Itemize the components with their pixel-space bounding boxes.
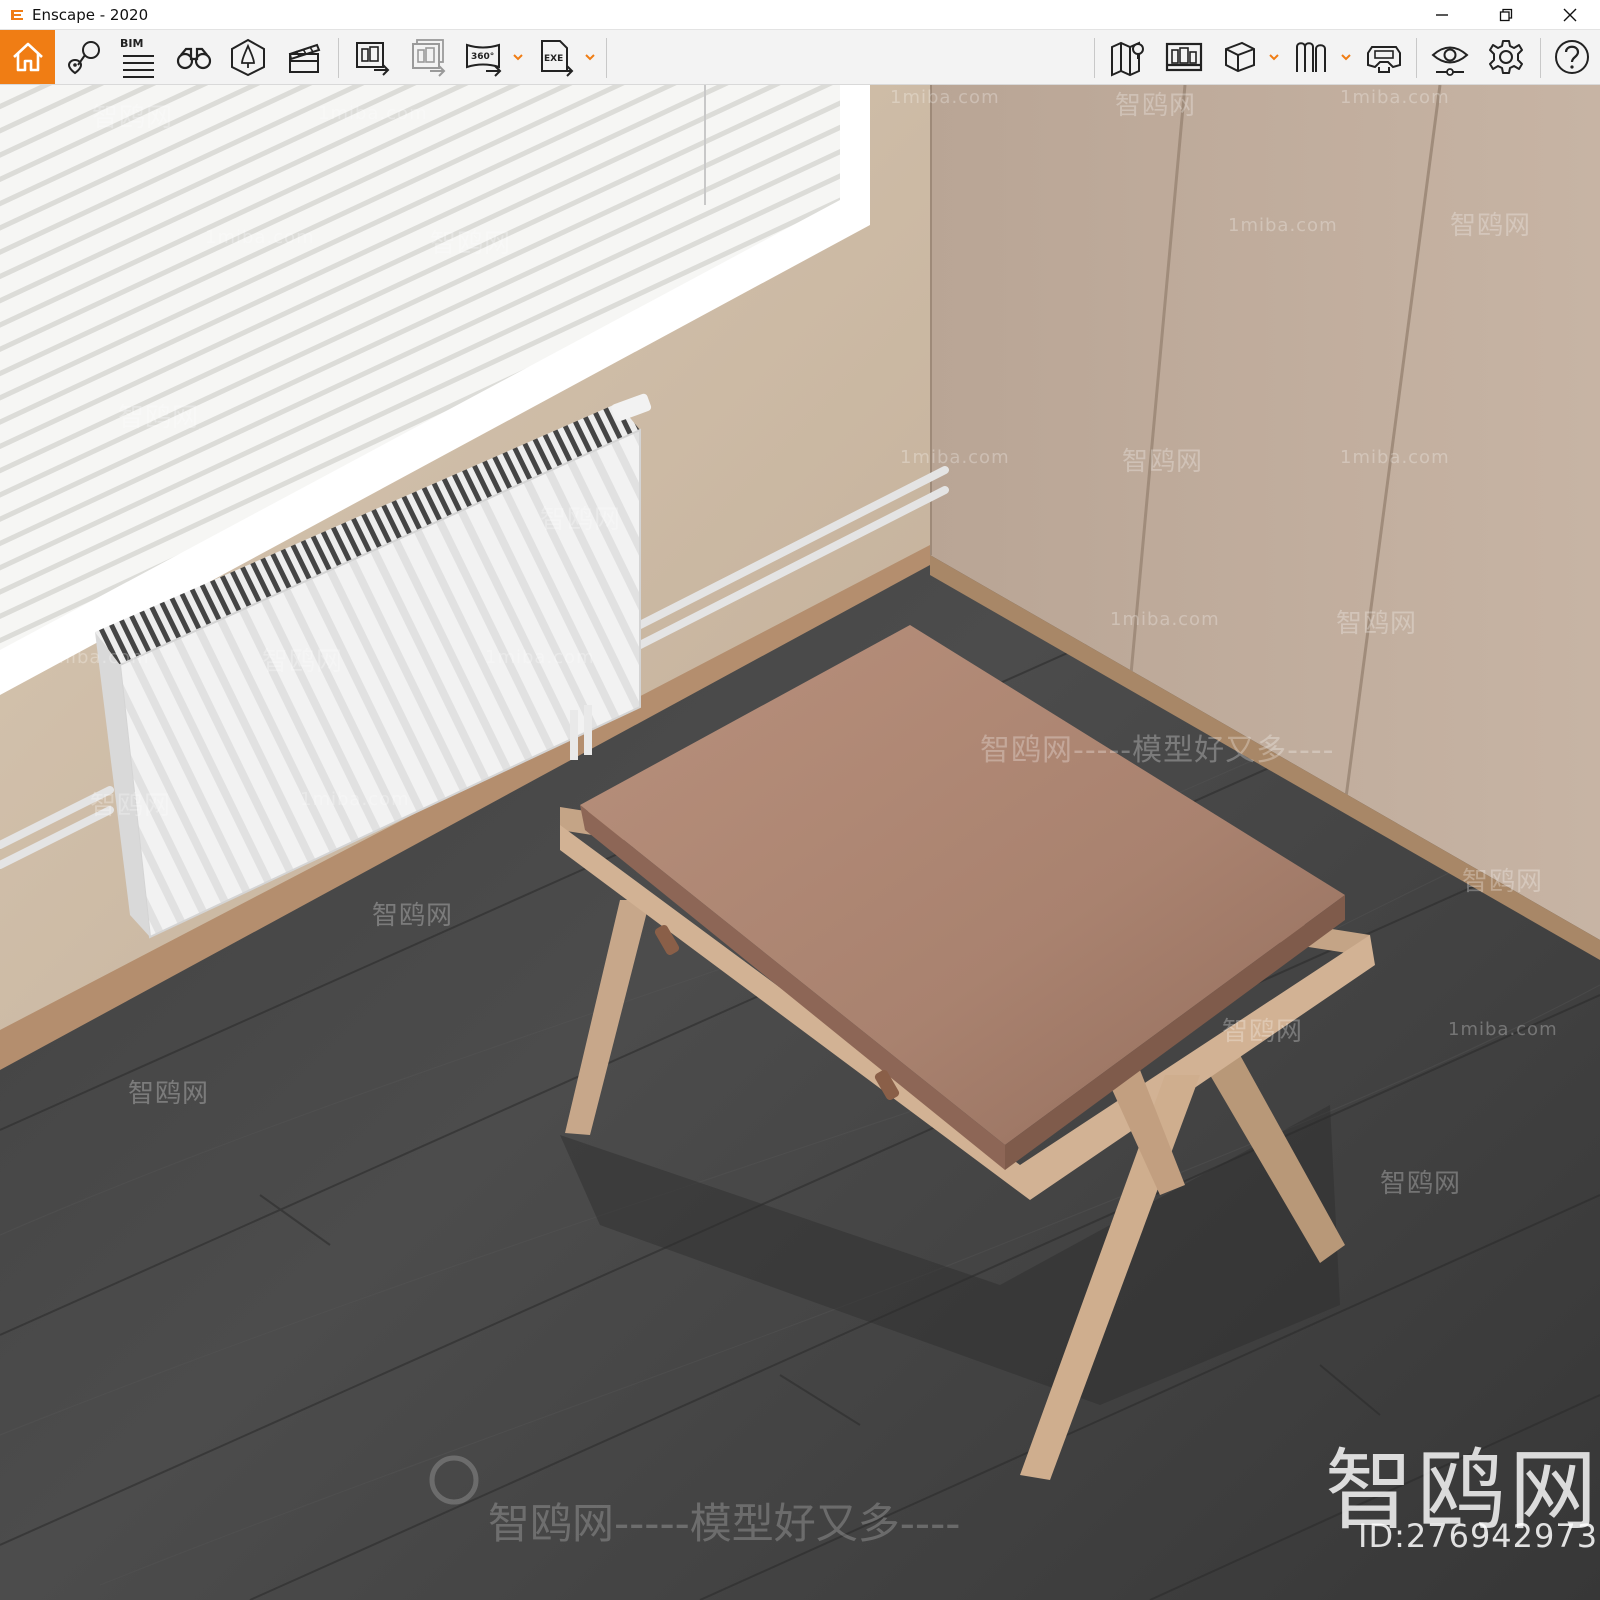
watermark-brand: 智鸥网 xyxy=(1115,91,1197,121)
watermark-brand: 智鸥网 xyxy=(90,791,172,821)
minimize-icon xyxy=(1436,14,1448,16)
watermark-site: 1miba.com xyxy=(40,647,150,668)
render-export-button[interactable] xyxy=(350,33,394,81)
watermark-site: 1miba.com xyxy=(1448,1019,1558,1040)
locate-button[interactable] xyxy=(62,33,106,81)
watermark-site: 1miba.com xyxy=(890,87,1000,108)
watermark-brand: 智鸥网 xyxy=(1336,609,1418,639)
restore-icon xyxy=(1499,8,1513,22)
cube-icon xyxy=(1225,41,1255,73)
bookmarks-button[interactable] xyxy=(1290,33,1334,81)
map-icon xyxy=(1111,41,1144,77)
toolbar-separator xyxy=(1540,38,1541,78)
render-viewport[interactable]: 1miba.com 智鸥网 1miba.com 智鸥网 1miba.com 智鸥… xyxy=(0,85,1600,1600)
watermark-site: 1miba.com xyxy=(1340,87,1450,108)
watermark-brand: 智鸥网 xyxy=(372,901,454,931)
watermark-id: ID:276942973 xyxy=(1358,1517,1599,1555)
watermark-brand: 智鸥网 xyxy=(1450,211,1532,241)
close-button[interactable] xyxy=(1540,0,1600,30)
exe-label: EXE xyxy=(544,54,563,64)
watermark-site: 1miba.com xyxy=(318,103,428,124)
vr-headset-button[interactable] xyxy=(1362,33,1406,81)
watermark-brand: 智鸥网 xyxy=(118,403,200,433)
minimize-button[interactable] xyxy=(1412,0,1472,30)
map-button[interactable] xyxy=(1106,33,1150,81)
asset-library-button[interactable] xyxy=(226,33,270,81)
help-icon xyxy=(1555,40,1589,74)
exe-export-button[interactable]: EXE xyxy=(534,33,578,81)
home-icon xyxy=(12,42,43,72)
watermark-site: 1miba.com xyxy=(1228,215,1338,236)
rendered-scene xyxy=(0,85,1600,1600)
exe-export-icon: EXE xyxy=(541,40,574,77)
watermark-brand: 智鸥网 xyxy=(1462,867,1544,897)
bim-button[interactable]: BIM xyxy=(116,33,160,81)
watermark-site: 1miba.com xyxy=(300,789,410,810)
help-button[interactable] xyxy=(1550,33,1594,81)
watermark-site: 1miba.com xyxy=(900,447,1010,468)
views-manager-button[interactable] xyxy=(1162,33,1206,81)
toolbar-separator xyxy=(338,38,339,78)
title-bar: Enscape - 2020 xyxy=(0,0,1600,30)
batch-render-icon xyxy=(412,39,446,77)
orthographic-views-button[interactable] xyxy=(172,33,216,81)
video-editor-button[interactable] xyxy=(282,33,326,81)
watermark-brand: 智鸥网 xyxy=(430,229,512,259)
watermark-brand: 智鸥网 xyxy=(92,103,174,133)
chevron-down-icon[interactable] xyxy=(1268,52,1280,62)
watermark-slogan: 智鸥网-----模型好又多---- xyxy=(980,733,1335,768)
restore-button[interactable] xyxy=(1476,0,1536,30)
window-title: Enscape - 2020 xyxy=(32,5,149,24)
home-button[interactable] xyxy=(0,30,55,84)
clapperboard-icon xyxy=(288,43,321,73)
watermark-site: 1miba.com xyxy=(485,647,595,668)
views-manager-icon xyxy=(1165,42,1203,72)
panorama-export-button[interactable]: 360° xyxy=(462,33,506,81)
watermark-brand: 智鸥网 xyxy=(1222,1017,1304,1047)
cube-button[interactable] xyxy=(1218,33,1262,81)
watermark-brand: 智鸥网 xyxy=(540,505,622,535)
toolbar-separator xyxy=(606,38,607,78)
enscape-logo-icon xyxy=(11,9,23,20)
watermark-site: 1miba.com xyxy=(1340,447,1450,468)
close-icon xyxy=(1563,8,1577,22)
watermark-brand: 智鸥网 xyxy=(1122,447,1204,477)
binoculars-icon xyxy=(176,47,212,70)
watermark-brand: 智鸥网 xyxy=(262,647,344,677)
watermark-brand: 智鸥网 xyxy=(128,1079,210,1109)
visual-settings-icon xyxy=(1431,46,1469,76)
watermark-site: 1miba.com xyxy=(1110,609,1220,630)
watermark-brand: 智鸥网 xyxy=(1380,1169,1462,1199)
watermark-slogan: 智鸥网-----模型好又多---- xyxy=(488,1499,961,1548)
watermark-site: 1miba.com xyxy=(205,227,315,248)
panorama-export-icon: 360° xyxy=(466,43,502,77)
locate-icon xyxy=(67,41,100,75)
toolbar-separator xyxy=(1094,38,1095,78)
toolbar-separator xyxy=(1416,38,1417,78)
render-export-icon xyxy=(356,42,390,76)
bookmarks-icon xyxy=(1296,42,1326,72)
enscape-toolbar: BIM 360° EXE xyxy=(0,30,1600,109)
chevron-down-icon[interactable] xyxy=(1340,52,1352,62)
asset-library-icon xyxy=(231,38,265,77)
visual-settings-button[interactable] xyxy=(1428,33,1472,81)
chevron-down-icon[interactable] xyxy=(584,52,596,62)
batch-render-button[interactable] xyxy=(406,33,450,81)
vr-headset-icon xyxy=(1367,46,1401,73)
settings-button[interactable] xyxy=(1484,33,1528,81)
panorama-label: 360° xyxy=(471,52,494,62)
gear-icon xyxy=(1489,40,1523,74)
bim-label: BIM xyxy=(120,37,144,50)
chevron-down-icon[interactable] xyxy=(512,52,524,62)
